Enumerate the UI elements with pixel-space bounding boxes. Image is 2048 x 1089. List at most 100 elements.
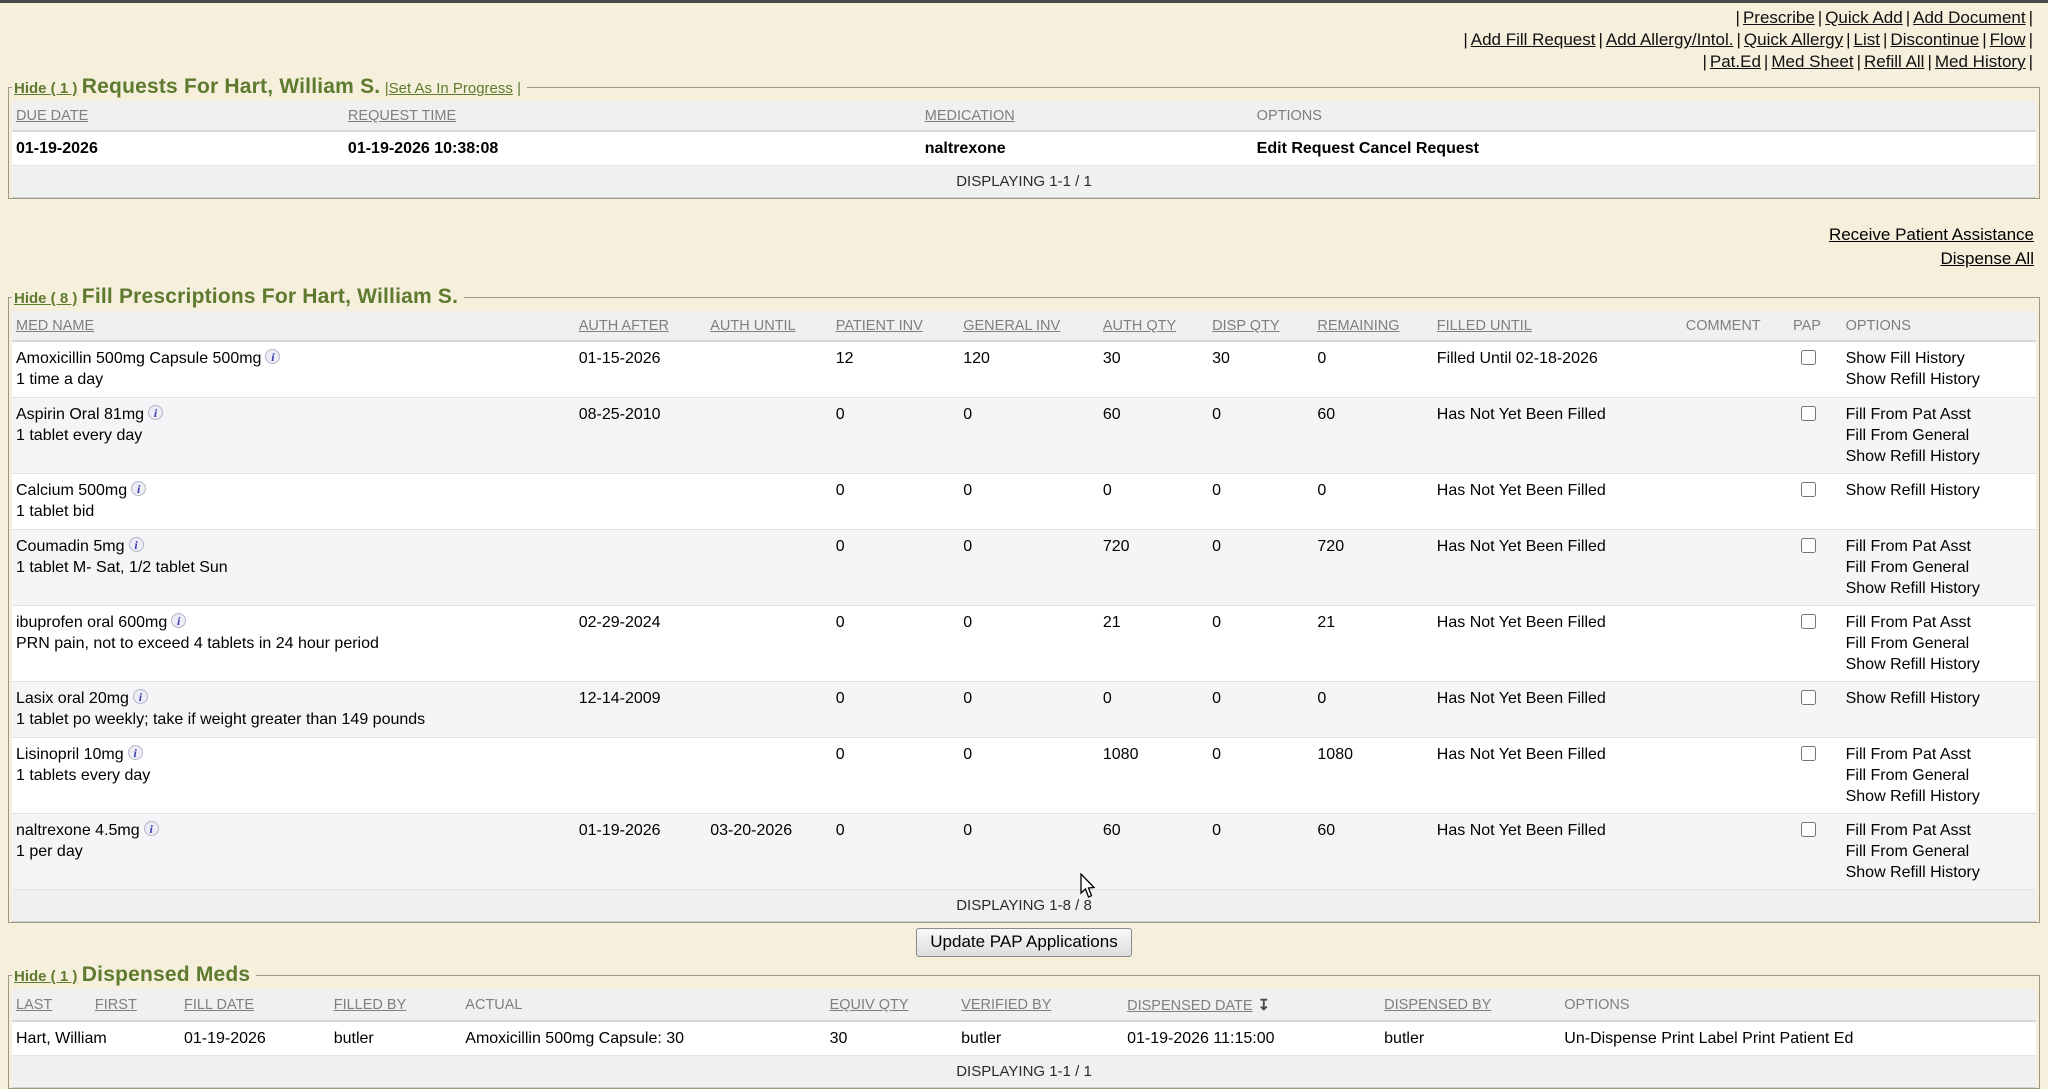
col-general-inv[interactable]: GENERAL INV — [959, 311, 1099, 341]
cancel-request-link[interactable]: Cancel Request — [1359, 140, 1479, 157]
nav-flow[interactable]: Flow — [1990, 30, 2026, 49]
nav-quick-allergy[interactable]: Quick Allergy — [1744, 30, 1843, 49]
fill-option-link[interactable]: Show Refill History — [1846, 688, 2032, 709]
auth-qty: 30 — [1099, 341, 1208, 398]
fill-option-link[interactable]: Fill From Pat Asst — [1846, 820, 2032, 841]
quick-links: Receive Patient Assistance Dispense All — [0, 199, 2048, 271]
auth-after: 01-15-2026 — [575, 341, 707, 398]
info-icon[interactable]: i — [265, 349, 280, 364]
auth-qty: 0 — [1099, 682, 1208, 738]
fill-hide-link[interactable]: Hide ( 8 ) — [14, 290, 77, 307]
col-last[interactable]: LAST — [12, 989, 91, 1021]
dispensed-hide-link[interactable]: Hide ( 1 ) — [14, 968, 77, 985]
col-auth-qty[interactable]: AUTH QTY — [1099, 311, 1208, 341]
col-medication[interactable]: MEDICATION — [921, 101, 1253, 131]
med-name: naltrexone 4.5mg — [16, 822, 140, 839]
nav-add-document[interactable]: Add Document — [1913, 8, 2025, 27]
fill-option-link[interactable]: Fill From Pat Asst — [1846, 536, 2032, 557]
pap-checkbox[interactable] — [1801, 822, 1816, 837]
col-comment: COMMENT — [1682, 311, 1789, 341]
col-med-name[interactable]: MED NAME — [12, 311, 575, 341]
col-request-time[interactable]: REQUEST TIME — [344, 101, 921, 131]
col-remaining[interactable]: REMAINING — [1313, 311, 1432, 341]
info-icon[interactable]: i — [171, 613, 186, 628]
nav-med-history[interactable]: Med History — [1935, 52, 2026, 71]
dispensed-section-title: Dispensed Meds — [82, 963, 251, 986]
col-equiv-qty[interactable]: EQUIV QTY — [826, 989, 958, 1021]
pap-checkbox[interactable] — [1801, 690, 1816, 705]
nav-list[interactable]: List — [1854, 30, 1880, 49]
fill-option-link[interactable]: Fill From General — [1846, 557, 2032, 578]
fill-option-link[interactable]: Fill From General — [1846, 633, 2032, 654]
fill-option-link[interactable]: Show Refill History — [1846, 578, 2032, 599]
info-icon[interactable]: i — [144, 821, 159, 836]
nav-refill-all[interactable]: Refill All — [1864, 52, 1924, 71]
pap-checkbox[interactable] — [1801, 406, 1816, 421]
remaining: 0 — [1313, 474, 1432, 530]
col-dispensed-date[interactable]: DISPENSED DATE↧ — [1123, 989, 1380, 1021]
col-dispensed-options: OPTIONS — [1560, 989, 2036, 1021]
requests-hide-link[interactable]: Hide ( 1 ) — [14, 80, 77, 97]
fill-option-link[interactable]: Show Refill History — [1846, 654, 2032, 675]
nav-quick-add[interactable]: Quick Add — [1825, 8, 1903, 27]
nav-add-allergy-intol[interactable]: Add Allergy/Intol. — [1606, 30, 1734, 49]
col-dispensed-by[interactable]: DISPENSED BY — [1380, 989, 1560, 1021]
requests-table: DUE DATE REQUEST TIME MEDICATION OPTIONS… — [12, 101, 2036, 198]
col-first[interactable]: FIRST — [91, 989, 180, 1021]
fill-option-link[interactable]: Fill From General — [1846, 425, 2032, 446]
info-icon[interactable]: i — [131, 481, 146, 496]
fill-option-link[interactable]: Show Refill History — [1846, 446, 2032, 467]
general-inv: 0 — [959, 474, 1099, 530]
fill-option-link[interactable]: Fill From Pat Asst — [1846, 612, 2032, 633]
info-icon[interactable]: i — [128, 745, 143, 760]
nav-pat-ed[interactable]: Pat.Ed — [1710, 52, 1761, 71]
nav-discontinue[interactable]: Discontinue — [1890, 30, 1979, 49]
print-label-link[interactable]: Print Label — [1661, 1030, 1738, 1047]
fill-option-link[interactable]: Fill From General — [1846, 765, 2032, 786]
col-auth-until[interactable]: AUTH UNTIL — [706, 311, 831, 341]
med-name: Lisinopril 10mg — [16, 746, 124, 763]
un-dispense-link[interactable]: Un-Dispense — [1564, 1030, 1656, 1047]
set-as-in-progress-link[interactable]: Set As In Progress — [389, 80, 513, 97]
update-pap-applications-button[interactable]: Update PAP Applications — [916, 928, 1131, 957]
col-disp-qty[interactable]: DISP QTY — [1208, 311, 1313, 341]
col-actual: ACTUAL — [461, 989, 825, 1021]
patient-inv: 0 — [832, 682, 960, 738]
pap-checkbox[interactable] — [1801, 350, 1816, 365]
receive-patient-assistance-link[interactable]: Receive Patient Assistance — [0, 223, 2034, 247]
disp-qty: 30 — [1208, 341, 1313, 398]
info-icon[interactable]: i — [148, 405, 163, 420]
fill-option-link[interactable]: Show Fill History — [1846, 348, 2032, 369]
fill-option-link[interactable]: Fill From General — [1846, 841, 2032, 862]
filled-until: Has Not Yet Been Filled — [1433, 606, 1682, 682]
fill-option-link[interactable]: Fill From Pat Asst — [1846, 744, 2032, 765]
print-patient-ed-link[interactable]: Print Patient Ed — [1742, 1030, 1853, 1047]
col-fill-date[interactable]: FILL DATE — [180, 989, 330, 1021]
dispense-all-link[interactable]: Dispense All — [0, 247, 2034, 271]
pap-checkbox[interactable] — [1801, 746, 1816, 761]
med-sig: 1 tablet bid — [16, 501, 571, 523]
col-filled-until[interactable]: FILLED UNTIL — [1433, 311, 1682, 341]
info-icon[interactable]: i — [129, 537, 144, 552]
med-sig: 1 tablet po weekly; take if weight great… — [16, 709, 571, 731]
col-auth-after[interactable]: AUTH AFTER — [575, 311, 707, 341]
pap-checkbox[interactable] — [1801, 538, 1816, 553]
fill-option-link[interactable]: Show Refill History — [1846, 480, 2032, 501]
nav-prescribe[interactable]: Prescribe — [1743, 8, 1815, 27]
nav-add-fill-request[interactable]: Add Fill Request — [1471, 30, 1596, 49]
nav-med-sheet[interactable]: Med Sheet — [1771, 52, 1853, 71]
col-patient-inv[interactable]: PATIENT INV — [832, 311, 960, 341]
pap-checkbox[interactable] — [1801, 482, 1816, 497]
fill-option-link[interactable]: Show Refill History — [1846, 862, 2032, 883]
auth-until — [706, 530, 831, 606]
fill-option-link[interactable]: Show Refill History — [1846, 369, 2032, 390]
col-due-date[interactable]: DUE DATE — [12, 101, 344, 131]
fill-option-link[interactable]: Show Refill History — [1846, 786, 2032, 807]
col-verified-by[interactable]: VERIFIED BY — [957, 989, 1123, 1021]
auth-after: 01-19-2026 — [575, 814, 707, 890]
col-filled-by[interactable]: FILLED BY — [330, 989, 462, 1021]
fill-option-link[interactable]: Fill From Pat Asst — [1846, 404, 2032, 425]
pap-checkbox[interactable] — [1801, 614, 1816, 629]
edit-request-link[interactable]: Edit Request — [1257, 140, 1355, 157]
info-icon[interactable]: i — [133, 689, 148, 704]
